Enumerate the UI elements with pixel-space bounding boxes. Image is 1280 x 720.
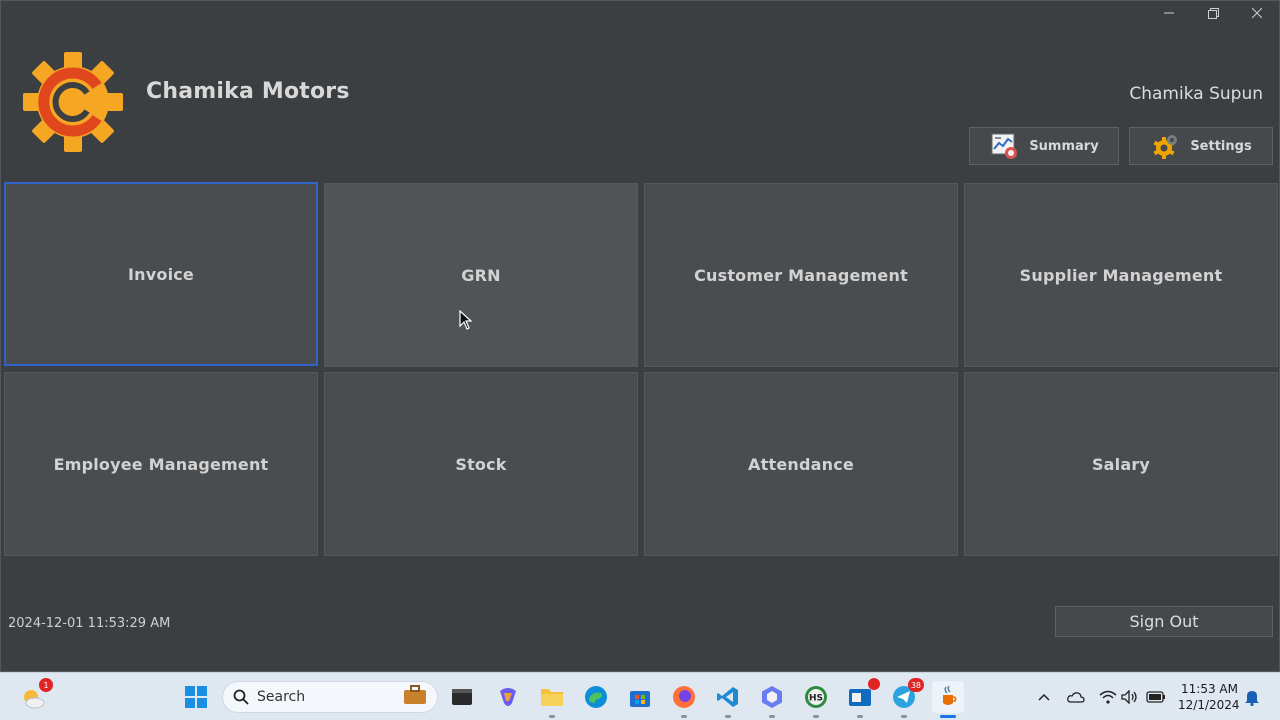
outlook-notification-dot: [868, 678, 880, 690]
summary-button[interactable]: Summary: [969, 127, 1119, 165]
terminal-icon[interactable]: [446, 681, 478, 713]
restore-button[interactable]: [1191, 1, 1235, 25]
grn-tile[interactable]: GRN: [324, 183, 638, 367]
store-icon[interactable]: [624, 681, 656, 713]
wifi-icon[interactable]: [1098, 687, 1118, 707]
hexagon-app-icon[interactable]: [756, 681, 788, 718]
search-placeholder: Search: [257, 689, 306, 705]
clock-time: 11:53 AM: [1181, 682, 1238, 696]
firefox-icon[interactable]: [668, 681, 700, 718]
tile-label: Attendance: [748, 454, 854, 474]
weather-badge: 1: [39, 678, 53, 692]
current-datetime: 2024-12-01 11:53:29 AM: [8, 616, 171, 631]
tile-label: GRN: [461, 265, 501, 285]
app-window: Chamika Motors Chamika Supun Summary Set…: [0, 0, 1280, 672]
copilot-icon[interactable]: [492, 681, 524, 713]
hs-app-icon[interactable]: HS: [800, 681, 832, 718]
tile-label: Supplier Management: [1019, 265, 1223, 285]
notification-bell-icon[interactable]: [1242, 687, 1262, 707]
work-briefcase-icon: [403, 685, 427, 709]
taskbar-search-box[interactable]: Search: [222, 681, 438, 713]
close-button[interactable]: [1235, 1, 1279, 25]
sign-out-button[interactable]: Sign Out: [1055, 606, 1273, 637]
supplier-management-tile[interactable]: Supplier Management: [964, 183, 1278, 367]
settings-button[interactable]: Settings: [1129, 127, 1273, 165]
java-app-icon[interactable]: [932, 681, 964, 718]
telegram-badge: 38: [907, 678, 924, 692]
minimize-button[interactable]: [1147, 1, 1191, 25]
tile-label: Salary: [1091, 454, 1151, 474]
window-controls: [1147, 1, 1279, 25]
company-logo: [23, 51, 123, 153]
edge-icon[interactable]: [580, 681, 612, 713]
employee-management-tile[interactable]: Employee Management: [4, 372, 318, 556]
minimize-icon: [1164, 12, 1174, 14]
salary-tile[interactable]: Salary: [964, 372, 1278, 556]
svg-text:HS: HS: [809, 694, 823, 704]
settings-button-label: Settings: [1190, 138, 1252, 154]
onedrive-cloud-icon[interactable]: [1066, 687, 1086, 707]
search-icon: [233, 689, 249, 705]
summary-button-label: Summary: [1029, 138, 1099, 154]
stock-tile[interactable]: Stock: [324, 372, 638, 556]
close-icon: [1252, 8, 1262, 18]
taskbar-clock[interactable]: 11:53 AM 12/1/2024: [1178, 681, 1240, 713]
telegram-icon[interactable]: 38: [888, 678, 924, 718]
mouse-cursor-icon: [459, 310, 473, 330]
speaker-volume-icon[interactable]: [1120, 687, 1140, 707]
vscode-icon[interactable]: [712, 681, 744, 718]
tile-label: Invoice: [128, 264, 194, 284]
customer-management-tile[interactable]: Customer Management: [644, 183, 958, 367]
attendance-tile[interactable]: Attendance: [644, 372, 958, 556]
outlook-icon[interactable]: [844, 678, 880, 718]
company-name: Chamika Motors: [146, 79, 350, 104]
tile-label: Employee Management: [53, 454, 269, 474]
tile-label: Stock: [455, 454, 507, 474]
widgets-weather-icon[interactable]: 1: [17, 678, 53, 713]
chevron-up-icon[interactable]: [1034, 687, 1054, 707]
clock-date: 12/1/2024: [1178, 698, 1240, 712]
restore-icon: [1207, 7, 1219, 19]
windows-start-icon[interactable]: [180, 681, 212, 713]
tile-label: Customer Management: [694, 265, 908, 285]
file-explorer-icon[interactable]: [536, 681, 568, 718]
gear-icon: [1150, 130, 1182, 162]
windows-taskbar: 1 Search HS 38 11:53 AM 12/1/2024: [0, 672, 1280, 720]
invoice-tile[interactable]: Invoice: [4, 182, 318, 366]
report-chart-icon: [989, 130, 1021, 162]
battery-icon[interactable]: [1146, 687, 1166, 707]
logged-in-user: Chamika Supun: [1129, 84, 1263, 104]
